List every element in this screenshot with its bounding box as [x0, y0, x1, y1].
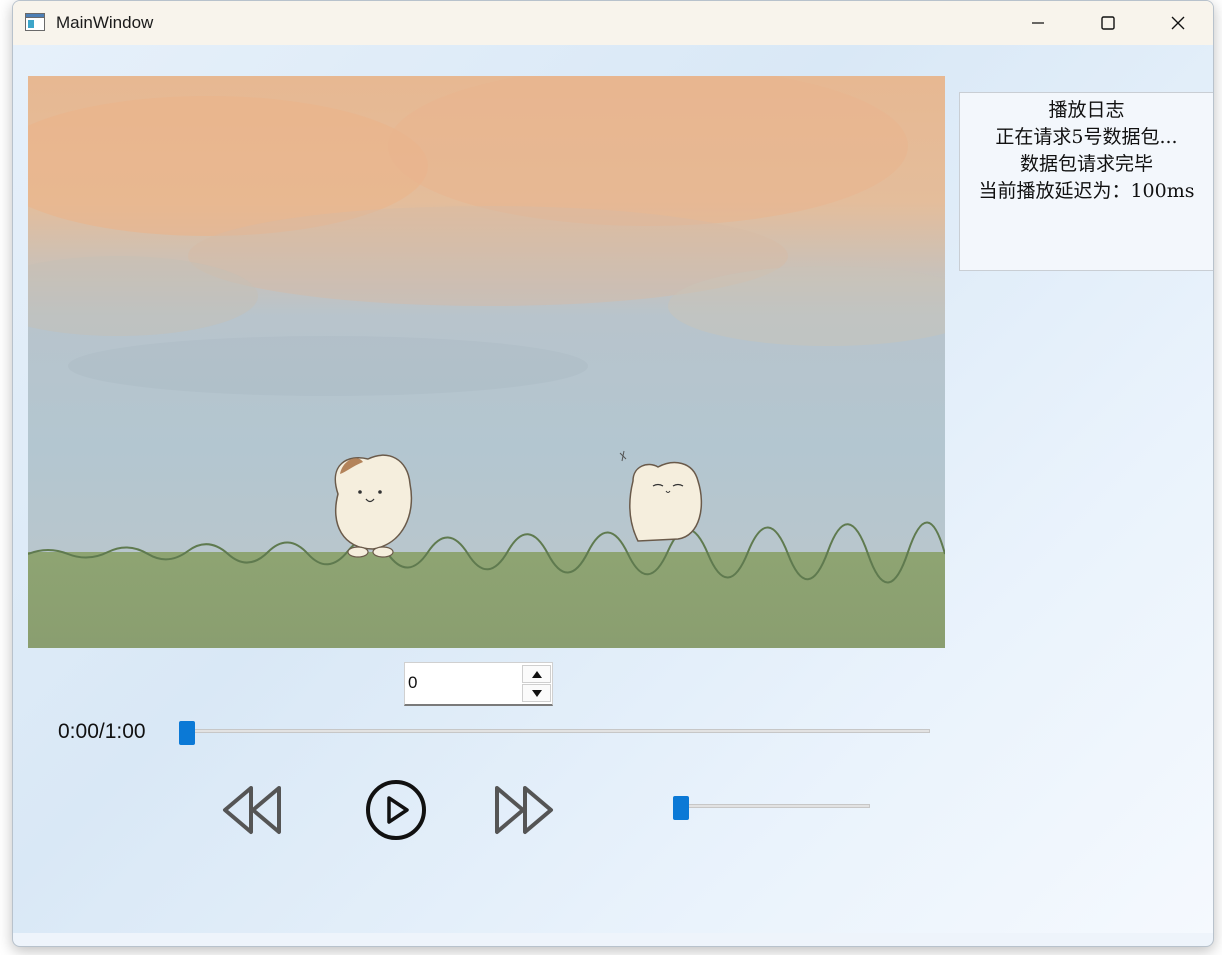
main-window: MainWindow 播放日志 正在请求5号数据包... 数据包请求完毕 当前播… [12, 0, 1214, 947]
time-label: 0:00/1:00 [58, 720, 146, 743]
rewind-icon [223, 786, 281, 834]
volume-slider-track[interactable] [673, 804, 870, 808]
video-frame-image [28, 76, 945, 648]
maximize-icon [1101, 16, 1115, 30]
progress-slider-track[interactable] [179, 729, 930, 733]
spin-up-button[interactable] [522, 665, 551, 683]
close-icon [1171, 16, 1185, 30]
arrow-up-icon [531, 670, 542, 678]
minimize-icon [1032, 22, 1044, 24]
log-line: 数据包请求完毕 [1019, 153, 1153, 175]
fast-forward-button[interactable] [488, 780, 558, 840]
fast-forward-icon [495, 786, 553, 834]
minimize-button[interactable] [1003, 1, 1073, 45]
packet-spinbox[interactable] [404, 662, 553, 706]
volume-slider-handle[interactable] [673, 796, 689, 820]
close-button[interactable] [1143, 1, 1213, 45]
client-area: 播放日志 正在请求5号数据包... 数据包请求完毕 当前播放延迟为：100ms … [13, 45, 1213, 933]
spin-down-button[interactable] [522, 684, 551, 702]
play-icon [366, 780, 426, 840]
video-display[interactable] [28, 76, 945, 648]
maximize-button[interactable] [1073, 1, 1143, 45]
window-title: MainWindow [56, 13, 154, 32]
spinbox-input[interactable] [408, 673, 508, 693]
arrow-down-icon [531, 689, 542, 697]
progress-slider-handle[interactable] [179, 721, 195, 745]
playback-log-panel: 播放日志 正在请求5号数据包... 数据包请求完毕 当前播放延迟为：100ms [959, 92, 1213, 271]
log-line: 当前播放延迟为：100ms [978, 180, 1195, 202]
play-button[interactable] [363, 777, 429, 843]
window-app-icon [25, 13, 45, 31]
log-title: 播放日志 [1048, 99, 1125, 121]
title-bar[interactable]: MainWindow [13, 1, 1213, 45]
log-line: 正在请求5号数据包... [995, 126, 1178, 148]
rewind-button[interactable] [218, 780, 288, 840]
